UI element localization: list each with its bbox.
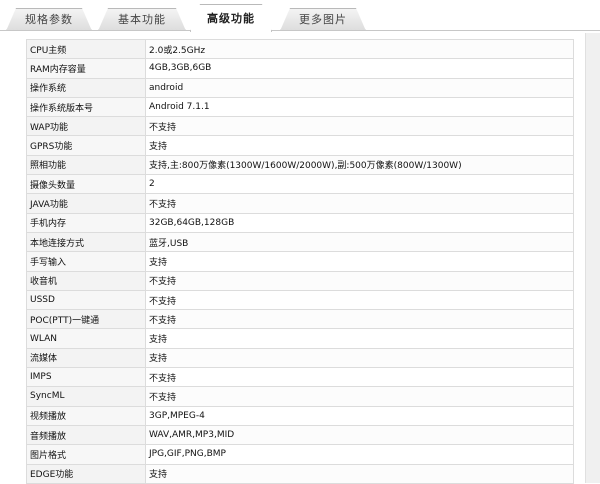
- spec-label: WAP功能: [26, 116, 146, 137]
- table-row: 手写输入 支持: [26, 251, 574, 272]
- spec-table: CPU主频 2.0或2.5GHz RAM内存容量 4GB,3GB,6GB 操作系统 and…: [26, 38, 574, 484]
- table-row: 视频播放 3GP,MPEG-4: [26, 405, 574, 426]
- table-row: 手机内存 32GB,64GB,128GB: [26, 212, 574, 233]
- table-row: GPRS功能 支持: [26, 135, 574, 156]
- spec-label: SyncML: [26, 386, 146, 407]
- spec-value: 2: [145, 174, 574, 195]
- spec-label: 手机内存: [26, 212, 146, 233]
- spec-value: 支持,主:800万像素(1300W/1600W/2000W),副:500万像素(…: [145, 154, 574, 176]
- spec-value: 支持: [145, 135, 574, 156]
- spec-value: 支持: [145, 328, 574, 349]
- spec-value: 4GB,3GB,6GB: [145, 58, 574, 79]
- spec-value: 不支持: [145, 309, 574, 330]
- table-row: SyncML 不支持: [26, 386, 574, 407]
- spec-value: 支持: [145, 463, 574, 484]
- spec-label: 音频播放: [26, 424, 146, 446]
- table-row: WAP功能 不支持: [26, 116, 574, 137]
- tab-bar: 规格参数 基本功能 高级功能 更多图片: [0, 0, 600, 33]
- spec-value: 不支持: [145, 386, 574, 407]
- spec-label: 本地连接方式: [26, 231, 146, 253]
- table-row: 照相功能 支持,主:800万像素(1300W/1600W/2000W),副:500…: [26, 154, 574, 176]
- spec-value: 32GB,64GB,128GB: [145, 212, 574, 233]
- tab-advanced-functions[interactable]: 高级功能: [190, 4, 272, 32]
- table-row: 图片格式 JPG,GIF,PNG,BMP: [26, 444, 574, 465]
- spec-label: RAM内存容量: [26, 58, 146, 79]
- spec-label: JAVA功能: [26, 193, 146, 214]
- spec-label: EDGE功能: [26, 463, 146, 484]
- spec-value: 3GP,MPEG-4: [145, 405, 574, 426]
- spec-value: 支持: [145, 347, 574, 369]
- spec-value: JPG,GIF,PNG,BMP: [145, 444, 574, 465]
- spec-label: 操作系统版本号: [26, 96, 146, 118]
- spec-value: 2.0或2.5GHz: [145, 38, 574, 60]
- table-row: 收音机 不支持: [26, 270, 574, 291]
- spec-value: WAV,AMR,MP3,MID: [145, 424, 574, 446]
- tab-specs[interactable]: 规格参数: [6, 8, 92, 31]
- spec-value: 不支持: [145, 270, 574, 291]
- table-row: CPU主频 2.0或2.5GHz: [26, 38, 574, 60]
- spec-value: 不支持: [145, 193, 574, 214]
- spec-label: IMPS: [26, 367, 146, 388]
- spec-label: WLAN: [26, 328, 146, 349]
- table-row: 摄像头数量 2: [26, 174, 574, 195]
- spec-label: GPRS功能: [26, 135, 146, 156]
- scrollbar[interactable]: [585, 33, 600, 483]
- spec-value: 不支持: [145, 367, 574, 388]
- spec-label: 视频播放: [26, 405, 146, 426]
- table-row: 操作系统 android: [26, 77, 574, 98]
- table-row: 音频播放 WAV,AMR,MP3,MID: [26, 424, 574, 446]
- spec-label: POC(PTT)一键通: [26, 309, 146, 330]
- spec-value: 不支持: [145, 289, 574, 311]
- table-row: WLAN 支持: [26, 328, 574, 349]
- spec-label: 摄像头数量: [26, 174, 146, 195]
- table-row: IMPS 不支持: [26, 367, 574, 388]
- tab-more-images[interactable]: 更多图片: [280, 8, 366, 31]
- spec-value: 支持: [145, 251, 574, 272]
- spec-label: 操作系统: [26, 77, 146, 98]
- tab-basic-functions[interactable]: 基本功能: [98, 8, 186, 31]
- spec-label: CPU主频: [26, 38, 146, 60]
- tab-divider: [0, 30, 600, 31]
- spec-label: 照相功能: [26, 154, 146, 176]
- table-row: JAVA功能 不支持: [26, 193, 574, 214]
- spec-label: 图片格式: [26, 444, 146, 465]
- table-row: RAM内存容量 4GB,3GB,6GB: [26, 58, 574, 79]
- spec-label: 手写输入: [26, 251, 146, 272]
- spec-label: USSD: [26, 289, 146, 311]
- spec-label: 收音机: [26, 270, 146, 291]
- table-row: EDGE功能 支持: [26, 463, 574, 484]
- table-row: 流媒体 支持: [26, 347, 574, 369]
- spec-value: 蓝牙,USB: [145, 231, 574, 253]
- table-row: 操作系统版本号 Android 7.1.1: [26, 96, 574, 118]
- table-row: 本地连接方式 蓝牙,USB: [26, 231, 574, 253]
- spec-label: 流媒体: [26, 347, 146, 369]
- spec-value: 不支持: [145, 116, 574, 137]
- table-row: USSD 不支持: [26, 289, 574, 311]
- table-row: POC(PTT)一键通 不支持: [26, 309, 574, 330]
- spec-value: Android 7.1.1: [145, 96, 574, 118]
- spec-value: android: [145, 77, 574, 98]
